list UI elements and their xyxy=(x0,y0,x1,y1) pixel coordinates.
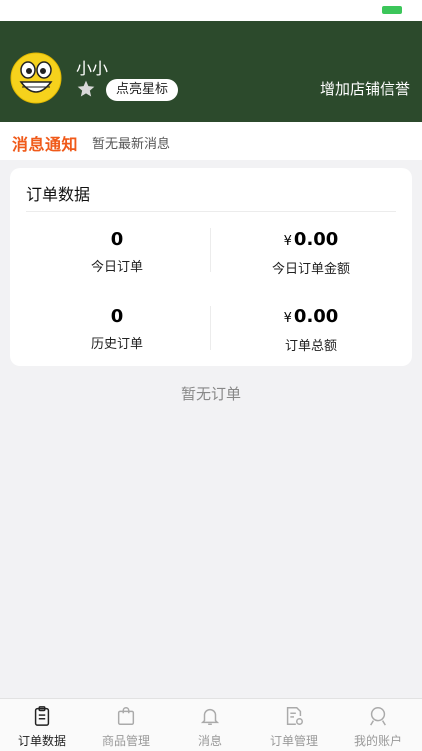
tab-label: 商品管理 xyxy=(101,734,150,748)
today-amount-stat: ¥0.00 今日订单金额 xyxy=(211,229,411,277)
light-star-button[interactable]: 点亮星标 xyxy=(106,79,179,101)
notice-bar: 消息通知 暂无最新消息 xyxy=(0,122,422,160)
profile-header: 小小 点亮星标 增加店铺信誉 xyxy=(0,21,422,122)
stat-value: 0.00 xyxy=(293,229,339,250)
total-amount-stat: ¥0.00 订单总额 xyxy=(211,306,411,354)
battery-icon xyxy=(382,6,402,14)
currency-symbol: ¥ xyxy=(283,311,292,326)
tab-order-data[interactable]: 订单数据 xyxy=(0,699,84,751)
tab-order-management[interactable]: 订单管理 xyxy=(252,699,336,751)
tab-messages[interactable]: 消息 xyxy=(168,699,252,751)
stat-value: 0.00 xyxy=(293,306,339,327)
history-orders-stat: 0 历史订单 xyxy=(17,306,217,352)
order-data-card: 订单数据 0 今日订单 ¥0.00 今日订单金额 0 历史订单 ¥0.00 订单… xyxy=(10,168,412,366)
avatar[interactable] xyxy=(10,52,62,104)
stat-label: 订单总额 xyxy=(284,339,337,354)
stat-label: 今日订单 xyxy=(90,260,143,275)
star-icon[interactable] xyxy=(76,79,96,99)
stat-value: 0 xyxy=(110,306,124,327)
shopping-bag-icon xyxy=(117,707,135,725)
tab-product-management[interactable]: 商品管理 xyxy=(84,699,168,751)
tab-my-account[interactable]: 我的账户 xyxy=(336,699,420,751)
empty-orders-text: 暂无订单 xyxy=(180,385,241,403)
document-settings-icon xyxy=(286,707,303,725)
tab-label: 消息 xyxy=(197,734,222,748)
currency-symbol: ¥ xyxy=(283,234,292,249)
tab-bar: 订单数据 商品管理 消息 订单管理 我的账户 xyxy=(0,698,422,751)
tab-label: 订单管理 xyxy=(269,734,318,748)
user-icon xyxy=(370,707,386,726)
tab-label: 我的账户 xyxy=(353,734,402,748)
today-orders-stat: 0 今日订单 xyxy=(17,229,217,275)
stat-label: 历史订单 xyxy=(90,337,143,352)
increase-credit-link[interactable]: 增加店铺信誉 xyxy=(320,79,410,99)
status-bar xyxy=(0,0,422,21)
bell-icon xyxy=(200,708,220,725)
notice-logo: 消息通知 xyxy=(12,135,79,154)
card-title: 订单数据 xyxy=(26,185,91,204)
card-divider xyxy=(26,211,396,212)
stat-label: 今日订单金额 xyxy=(271,262,350,277)
stat-value: 0 xyxy=(110,229,124,250)
clipboard-icon xyxy=(34,706,50,726)
notice-text: 暂无最新消息 xyxy=(92,137,171,152)
tab-label: 订单数据 xyxy=(17,734,66,748)
username: 小小 xyxy=(76,59,109,78)
